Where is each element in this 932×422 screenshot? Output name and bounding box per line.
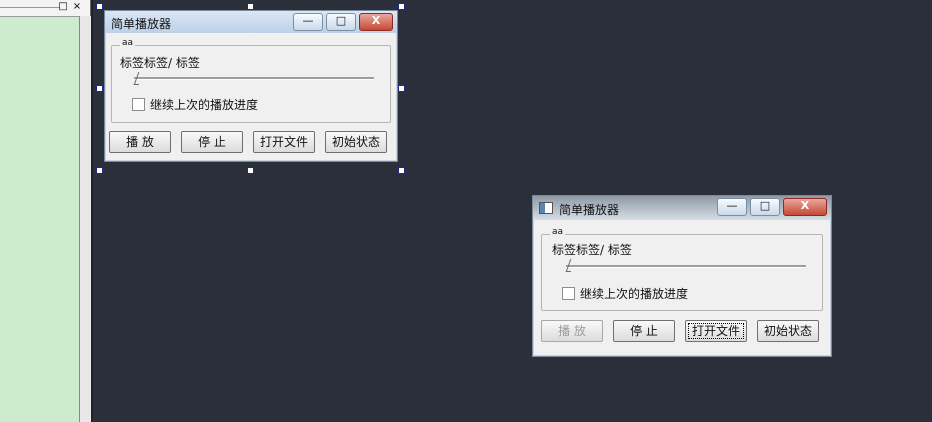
play-button[interactable]: 播 放	[109, 131, 171, 153]
resume-checkbox[interactable]	[132, 98, 145, 111]
status-label: 标签标签/ 标签	[120, 56, 200, 70]
resume-checkbox[interactable]	[562, 287, 575, 300]
player-group: aa 标签标签/ 标签 继续上次的播放进度	[111, 38, 391, 123]
designer-window[interactable]: 简单播放器 — □ X aa 标签标签/ 标签 继续上次的播放进度 播 放 停 …	[104, 10, 398, 162]
panel-divider	[91, 0, 93, 422]
minimize-button[interactable]: —	[293, 13, 323, 31]
designer-titlebar[interactable]: 简单播放器 — □ X	[105, 11, 397, 33]
resume-checkbox-label: 继续上次的播放进度	[580, 287, 689, 301]
window-title: 简单播放器	[111, 17, 172, 31]
reset-button[interactable]: 初始状态	[757, 320, 819, 342]
close-icon[interactable]: ×	[72, 2, 82, 12]
open-file-button[interactable]: 打开文件	[253, 131, 315, 153]
window-title: 简单播放器	[559, 203, 620, 217]
progress-slider-track[interactable]	[134, 77, 374, 80]
resize-handle[interactable]	[398, 3, 405, 10]
close-button[interactable]: X	[359, 13, 393, 31]
progress-slider-track[interactable]	[566, 265, 806, 268]
toolbar-line	[0, 7, 60, 8]
resize-handle[interactable]	[247, 167, 254, 174]
left-panel-toolbar: □ ×	[0, 0, 90, 17]
running-titlebar[interactable]: 简单播放器 — □ X	[533, 196, 831, 220]
open-file-button[interactable]: 打开文件	[685, 320, 747, 342]
group-title: aa	[120, 38, 136, 48]
stop-button[interactable]: 停 止	[613, 320, 675, 342]
resize-handle[interactable]	[247, 3, 254, 10]
maximize-button[interactable]: □	[750, 198, 780, 216]
left-panel: □ ×	[0, 0, 91, 422]
reset-button[interactable]: 初始状态	[325, 131, 387, 153]
stop-button[interactable]: 停 止	[181, 131, 243, 153]
close-button[interactable]: X	[783, 198, 827, 216]
running-window[interactable]: 简单播放器 — □ X aa 标签标签/ 标签 继续上次的播放进度 播 放 停 …	[532, 195, 832, 357]
resize-handle[interactable]	[398, 167, 405, 174]
play-button[interactable]: 播 放	[541, 320, 603, 342]
status-label: 标签标签/ 标签	[552, 243, 632, 257]
left-panel-scrollbar[interactable]	[79, 16, 91, 422]
minimize-button[interactable]: —	[717, 198, 747, 216]
maximize-button[interactable]: □	[326, 13, 356, 31]
restore-icon[interactable]: □	[58, 2, 68, 12]
resize-handle[interactable]	[96, 85, 103, 92]
resize-handle[interactable]	[96, 167, 103, 174]
player-group: aa 标签标签/ 标签 继续上次的播放进度	[541, 227, 823, 311]
app-icon	[539, 202, 553, 214]
resume-checkbox-label: 继续上次的播放进度	[150, 98, 259, 112]
resize-handle[interactable]	[398, 85, 405, 92]
resize-handle[interactable]	[96, 3, 103, 10]
group-title: aa	[550, 227, 566, 237]
